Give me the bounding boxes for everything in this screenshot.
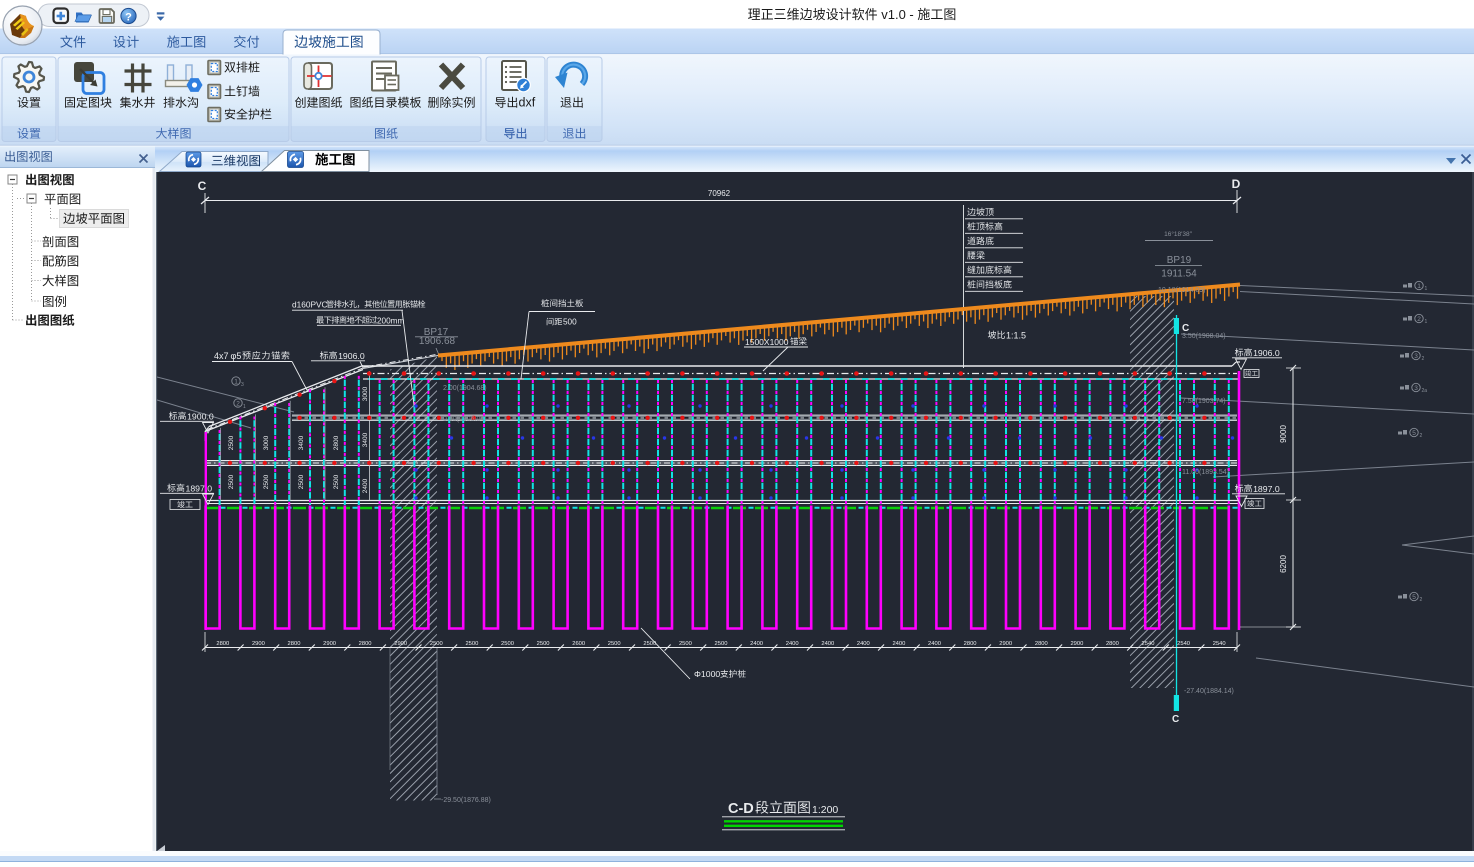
svg-text:2540: 2540	[1177, 641, 1190, 647]
svg-text:2800: 2800	[359, 641, 372, 647]
svg-text:9000: 9000	[1279, 425, 1288, 443]
svg-text:2500: 2500	[430, 641, 443, 647]
svg-text:1911.54: 1911.54	[1161, 269, 1197, 280]
svg-text:2800: 2800	[1035, 641, 1048, 647]
svg-text:500: 500	[563, 318, 577, 327]
svg-text:200mm: 200mm	[377, 317, 404, 326]
svg-text:C: C	[1182, 323, 1189, 334]
svg-text:1: 1	[1425, 319, 1428, 325]
svg-text:2400: 2400	[928, 641, 941, 647]
svg-text:6200: 6200	[1279, 555, 1288, 573]
svg-text:10.10(1914.09): 10.10(1914.09)	[1158, 287, 1205, 294]
svg-text:3000: 3000	[263, 435, 270, 450]
svg-text:-27.40(1884.14): -27.40(1884.14)	[1184, 688, 1234, 695]
svg-text:2540: 2540	[1213, 641, 1226, 647]
svg-text:70962: 70962	[708, 189, 731, 198]
svg-text:16°18′38″: 16°18′38″	[1164, 230, 1193, 238]
svg-text:3: 3	[1414, 353, 1418, 360]
svg-text:2800: 2800	[964, 641, 977, 647]
svg-text:7.50(1903.74): 7.50(1903.74)	[1182, 398, 1226, 405]
svg-text:1906.68: 1906.68	[419, 336, 456, 347]
svg-text:2900: 2900	[394, 641, 407, 647]
svg-text:2400: 2400	[786, 641, 799, 647]
svg-text:D: D	[1232, 177, 1241, 191]
svg-text:4x7: 4x7	[214, 351, 229, 361]
svg-text:2500: 2500	[715, 641, 728, 647]
svg-text:2400: 2400	[362, 478, 369, 493]
svg-text:3: 3	[241, 382, 244, 388]
svg-text:2: 2	[236, 401, 240, 408]
svg-text:1500X1000: 1500X1000	[745, 337, 789, 347]
svg-text:3.50(1908.04): 3.50(1908.04)	[1182, 333, 1226, 340]
svg-text:3: 3	[1414, 385, 1418, 392]
svg-text:1897.0: 1897.0	[1253, 484, 1280, 494]
svg-text:2600: 2600	[572, 641, 585, 647]
svg-text:5: 5	[1412, 430, 1416, 437]
svg-text:2500: 2500	[228, 435, 235, 450]
svg-text:2400: 2400	[857, 641, 870, 647]
svg-text:2500: 2500	[643, 641, 656, 647]
svg-text:2: 2	[1417, 316, 1421, 323]
svg-text:BP19: BP19	[1167, 255, 1192, 266]
svg-text:2800: 2800	[288, 641, 301, 647]
svg-text:2500: 2500	[608, 641, 621, 647]
svg-text:2400: 2400	[821, 641, 834, 647]
svg-text:dxf: dxf	[519, 96, 536, 110]
svg-text:2: 2	[1420, 597, 1423, 603]
svg-text:2540: 2540	[1142, 641, 1155, 647]
svg-text:2500: 2500	[537, 641, 550, 647]
svg-text:Φ1000: Φ1000	[694, 669, 720, 679]
svg-text:1900.0: 1900.0	[187, 411, 214, 421]
svg-text:2500: 2500	[465, 641, 478, 647]
svg-text:1: 1	[243, 404, 246, 410]
svg-text:2500: 2500	[228, 474, 235, 489]
svg-text:2800: 2800	[216, 641, 229, 647]
svg-text:3000: 3000	[362, 386, 369, 401]
svg-text:理正三维边坡设计软件 v1.0 - 施工图: 理正三维边坡设计软件 v1.0 - 施工图	[748, 7, 957, 22]
svg-text:1906.0: 1906.0	[1253, 348, 1280, 358]
svg-text:2800: 2800	[1106, 641, 1119, 647]
svg-text:2500: 2500	[333, 474, 340, 489]
svg-text:1: 1	[1417, 283, 1421, 290]
svg-text:C-D: C-D	[728, 801, 754, 817]
svg-text:2900: 2900	[999, 641, 1012, 647]
svg-text:2500: 2500	[298, 474, 305, 489]
svg-text:?: ?	[125, 11, 132, 23]
svg-text:1906.0: 1906.0	[338, 351, 365, 361]
svg-text:1:200: 1:200	[812, 804, 838, 816]
svg-text:2500: 2500	[501, 641, 514, 647]
svg-text:2: 2	[1422, 356, 1425, 362]
svg-text:0.00(1906.04): 0.00(1906.04)	[443, 416, 487, 423]
svg-text:-29.50(1876.88): -29.50(1876.88)	[441, 797, 491, 804]
svg-text:2500: 2500	[263, 474, 270, 489]
svg-text:1: 1	[1425, 286, 1428, 292]
svg-text:2400: 2400	[750, 641, 763, 647]
svg-text:2a: 2a	[1422, 388, 1428, 394]
svg-text:3400: 3400	[298, 435, 305, 450]
svg-text:2900: 2900	[252, 641, 265, 647]
svg-text:2400: 2400	[892, 641, 905, 647]
svg-text:11.00(1893.54): 11.00(1893.54)	[1182, 469, 1229, 476]
svg-text:3400: 3400	[362, 432, 369, 447]
svg-text:φ5: φ5	[231, 351, 242, 361]
svg-text:1:1.5: 1:1.5	[1006, 331, 1026, 341]
svg-text:2800: 2800	[333, 435, 340, 450]
svg-text:5: 5	[1412, 594, 1416, 601]
svg-text:d160PVC: d160PVC	[292, 300, 328, 310]
svg-text:C: C	[198, 179, 207, 193]
svg-text:2900: 2900	[323, 641, 336, 647]
svg-text:2.00(1904.68): 2.00(1904.68)	[443, 385, 487, 392]
svg-text:2: 2	[1420, 433, 1423, 439]
svg-text:2900: 2900	[1070, 641, 1083, 647]
svg-text:1897.0: 1897.0	[186, 483, 213, 493]
svg-text:1: 1	[234, 379, 238, 386]
svg-text:C: C	[1172, 714, 1179, 725]
svg-text:2500: 2500	[679, 641, 692, 647]
